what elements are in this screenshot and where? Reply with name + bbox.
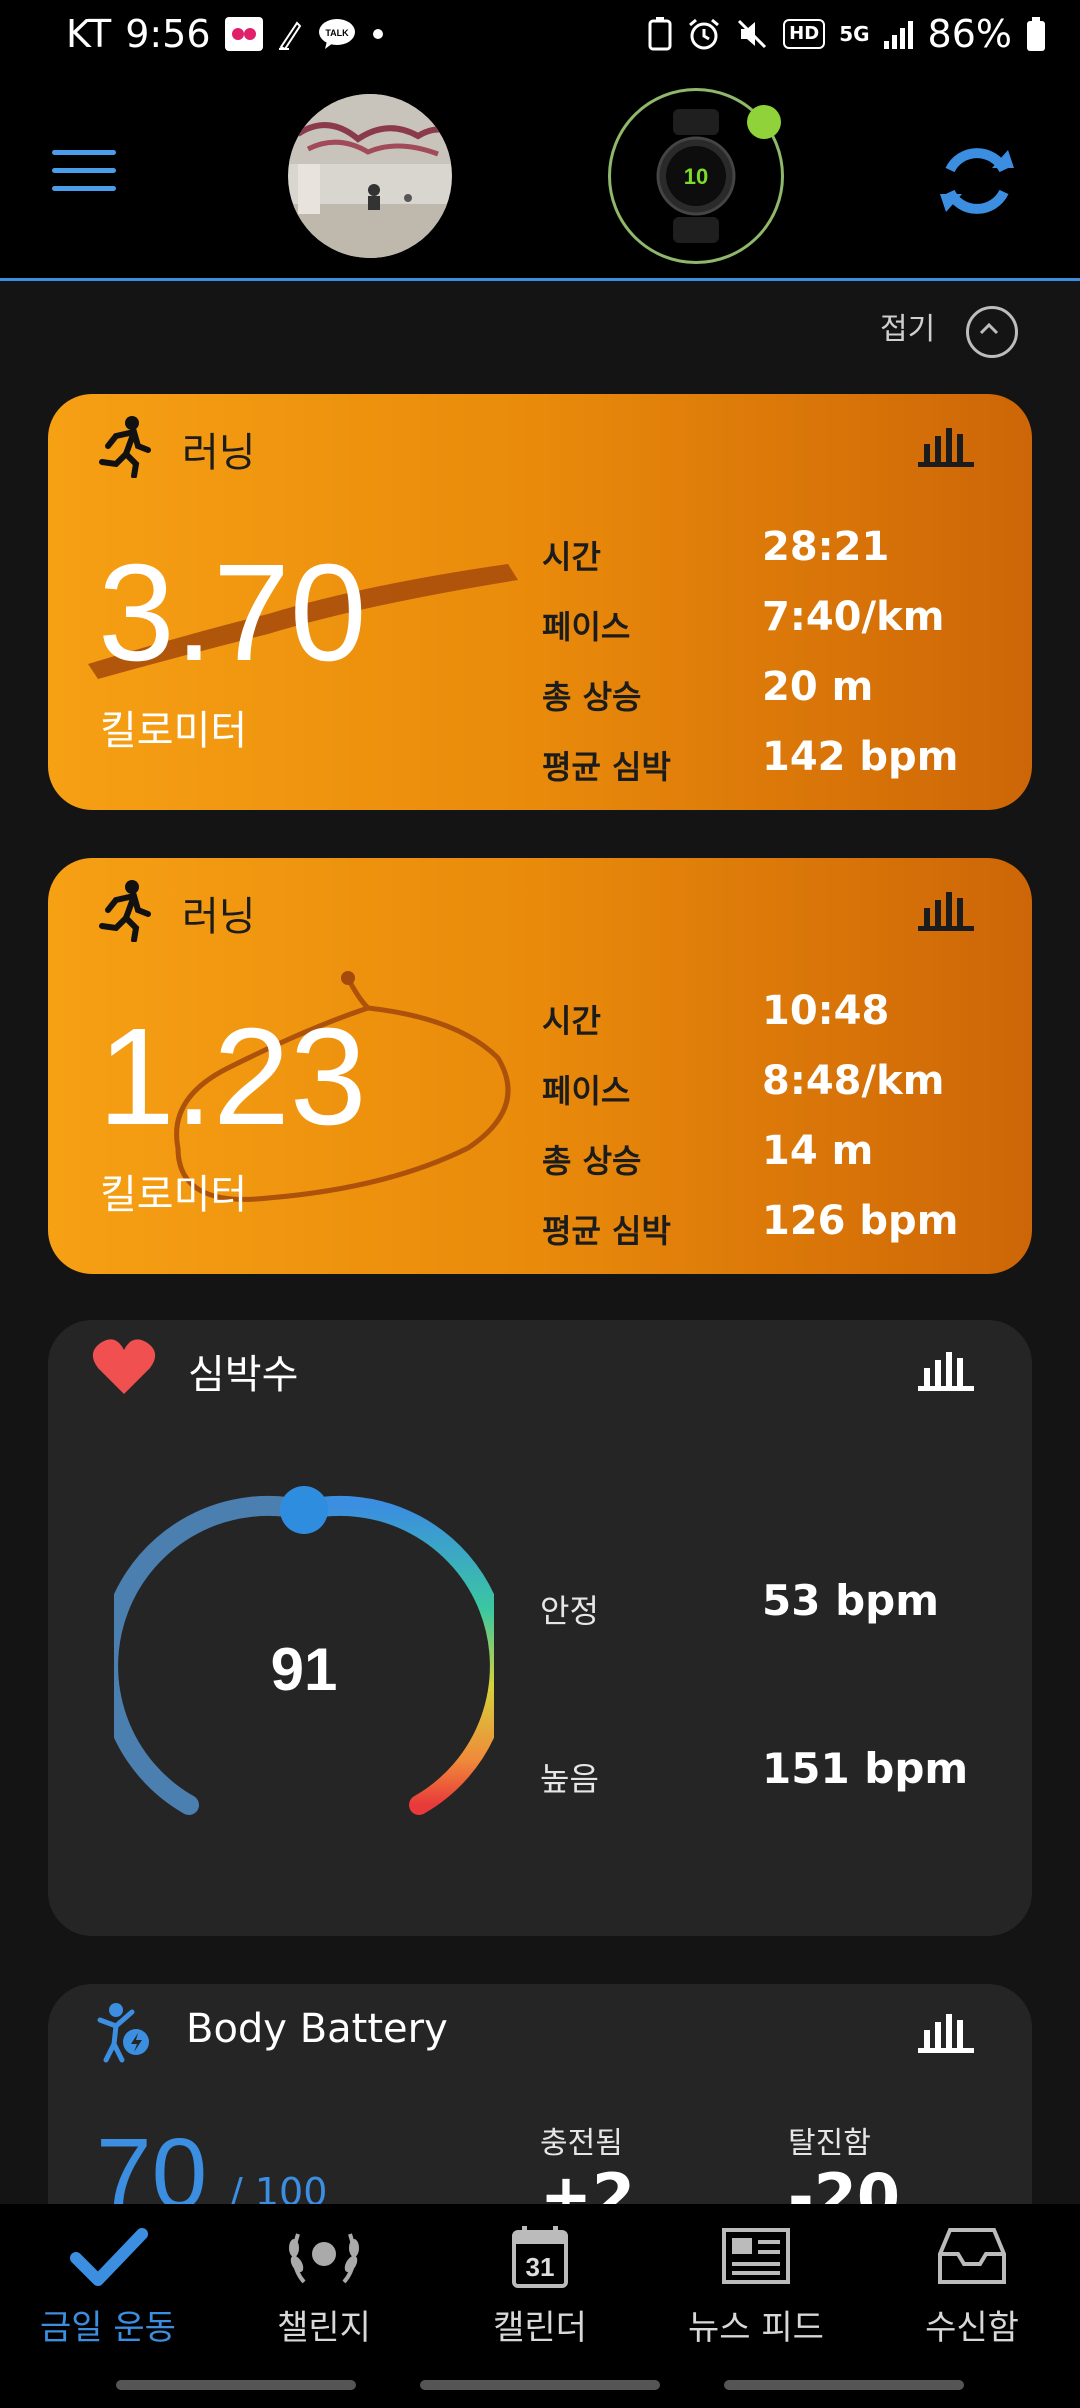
stat-label-avg-hr: 평균 심박 — [542, 1212, 671, 1250]
laurel-icon — [216, 2224, 432, 2292]
stat-label-pace: 페이스 — [542, 608, 631, 646]
nav-item-inbox[interactable]: 수신함 — [864, 2224, 1080, 2349]
battery-percent: 86% — [927, 12, 1012, 56]
bar-chart-icon[interactable] — [918, 1344, 974, 1392]
stat-value-pace: 7:40/km — [762, 594, 945, 640]
gesture-bar — [724, 2380, 964, 2390]
battery-icon — [1026, 17, 1046, 51]
resting-hr-value: 53 bpm — [762, 1576, 939, 1625]
stat-value-time: 28:21 — [762, 524, 890, 570]
running-icon — [94, 414, 154, 482]
heart-rate-title: 심박수 — [188, 1352, 299, 1398]
activity-title: 러닝 — [182, 894, 256, 940]
app-header: 10 — [0, 72, 1080, 281]
activity-title: 러닝 — [182, 430, 256, 476]
current-heart-rate: 91 — [271, 1636, 338, 1703]
stat-label-avg-hr: 평균 심박 — [542, 748, 671, 786]
nav-label: 뉴스 피드 — [688, 2308, 824, 2348]
dot-icon — [371, 27, 385, 41]
stat-value-ascent: 20 m — [762, 664, 874, 710]
high-hr-label: 높음 — [540, 1760, 599, 1798]
nav-item-challenges[interactable]: 챌린지 — [216, 2224, 432, 2349]
stat-label-time: 시간 — [542, 538, 601, 576]
running-icon — [94, 878, 154, 946]
clock: 9:56 — [125, 12, 211, 56]
avatar[interactable] — [288, 94, 452, 258]
body-battery-title: Body Battery — [186, 2006, 448, 2052]
calendar-day: 31 — [526, 2252, 555, 2282]
body-battery-icon — [96, 2000, 154, 2068]
stat-value-pace: 8:48/km — [762, 1058, 945, 1104]
bottom-navigation: 금일 운동 챌린지 31 캘린더 뉴스 피드 수신함 — [0, 2204, 1080, 2408]
inbox-icon — [864, 2224, 1080, 2292]
svg-text:TALK: TALK — [325, 28, 349, 38]
stat-value-avg-hr: 142 bpm — [762, 734, 959, 780]
checkmark-icon — [0, 2224, 216, 2292]
carrier-label: KT — [66, 12, 112, 56]
svg-text:10: 10 — [684, 164, 708, 189]
resting-hr-label: 안정 — [540, 1592, 599, 1630]
talk-icon: TALK — [317, 17, 357, 51]
nav-item-calendar[interactable]: 31 캘린더 — [432, 2224, 648, 2349]
gesture-bar — [420, 2380, 660, 2390]
connection-status-dot — [747, 105, 781, 139]
calendar-icon: 31 — [432, 2224, 648, 2292]
stat-label-pace: 페이스 — [542, 1072, 631, 1110]
hamburger-menu-icon[interactable] — [52, 150, 116, 200]
recycle-battery-icon — [647, 17, 673, 51]
stat-value-ascent: 14 m — [762, 1128, 874, 1174]
nav-label: 수신함 — [925, 2308, 1019, 2348]
bar-chart-icon[interactable] — [918, 420, 974, 468]
newspaper-icon — [648, 2224, 864, 2292]
stat-label-ascent: 총 상승 — [542, 678, 642, 716]
distance-unit: 킬로미터 — [100, 1172, 248, 1218]
charged-label: 충전됨 — [540, 2126, 623, 2161]
bar-chart-icon[interactable] — [918, 884, 974, 932]
stat-value-avg-hr: 126 bpm — [762, 1198, 959, 1244]
stat-label-time: 시간 — [542, 1002, 601, 1040]
run-activity-card[interactable]: 러닝 1.23 킬로미터 시간 10:48 페이스 8:48/km 총 상승 1… — [48, 858, 1032, 1274]
nav-label: 금일 운동 — [40, 2308, 176, 2348]
pen-icon — [277, 17, 303, 51]
gesture-bar — [116, 2380, 356, 2390]
mute-icon — [735, 17, 769, 51]
signal-icon — [883, 19, 914, 49]
distance-unit: 킬로미터 — [100, 708, 248, 754]
run-activity-card[interactable]: 러닝 3.70 킬로미터 시간 28:21 페이스 7:40/km 총 상승 2… — [48, 394, 1032, 810]
stat-value-time: 10:48 — [762, 988, 890, 1034]
high-hr-value: 151 bpm — [762, 1744, 969, 1793]
heart-rate-card[interactable]: 심박수 91 안정 53 bpm 높음 151 bpm — [48, 1320, 1032, 1936]
nav-label: 캘린더 — [493, 2308, 587, 2348]
chevron-up-icon[interactable] — [966, 306, 1018, 358]
distance-value: 1.23 — [98, 1000, 367, 1154]
stat-label-ascent: 총 상승 — [542, 1142, 642, 1180]
nav-label: 챌린지 — [277, 2308, 371, 2348]
distance-value: 3.70 — [98, 536, 367, 690]
status-bar: KT 9:56 TALK HD 5G 86% — [0, 0, 1080, 72]
sync-icon[interactable] — [934, 138, 1020, 224]
collapse-label[interactable]: 접기 — [880, 304, 935, 348]
alarm-icon — [687, 17, 721, 51]
drained-label: 탈진함 — [788, 2126, 871, 2161]
heart-icon — [92, 1338, 156, 1400]
5g-icon: 5G — [839, 22, 870, 46]
bar-chart-icon[interactable] — [918, 2006, 974, 2054]
app-notification-icon — [224, 17, 263, 51]
nav-item-newsfeed[interactable]: 뉴스 피드 — [648, 2224, 864, 2349]
nav-item-today[interactable]: 금일 운동 — [0, 2224, 216, 2349]
heart-rate-gauge: 91 — [114, 1486, 494, 1815]
hd-voice-icon: HD — [783, 19, 826, 49]
